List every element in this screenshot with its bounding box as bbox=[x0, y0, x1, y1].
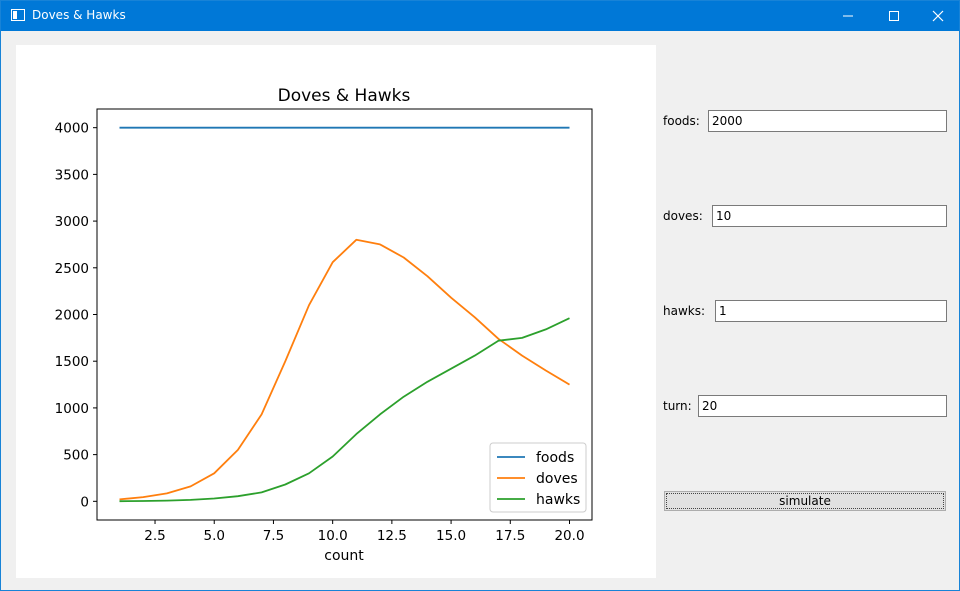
hawks-label: hawks: bbox=[663, 304, 706, 318]
turn-input[interactable] bbox=[698, 395, 947, 417]
hawks-input[interactable] bbox=[715, 300, 947, 322]
y-tick-label: 3000 bbox=[55, 214, 89, 230]
doves-label: doves: bbox=[663, 209, 703, 223]
x-tick-label: 7.5 bbox=[263, 528, 284, 544]
x-tick-label: 17.5 bbox=[495, 528, 525, 544]
legend-label-hawks: hawks bbox=[536, 492, 580, 508]
x-tick-label: 5.0 bbox=[203, 528, 224, 544]
close-button[interactable] bbox=[915, 1, 960, 31]
minimize-button[interactable] bbox=[825, 1, 871, 31]
y-tick-label: 2000 bbox=[55, 308, 89, 324]
x-tick-label: 20.0 bbox=[554, 528, 584, 544]
line-chart: Doves & Hawks count 2.5 5.0 7.5 10.0 12.5 15.… bbox=[55, 86, 593, 564]
legend: foods doves hawks bbox=[489, 442, 587, 513]
y-tick-label: 2500 bbox=[55, 261, 89, 277]
title-bar[interactable]: Doves & Hawks bbox=[1, 1, 959, 31]
y-tick-label: 500 bbox=[63, 448, 89, 464]
x-axis-label: count bbox=[324, 548, 364, 564]
foods-input[interactable] bbox=[708, 110, 947, 132]
legend-label-doves: doves bbox=[536, 471, 578, 487]
maximize-button[interactable] bbox=[871, 1, 917, 31]
legend-label-foods: foods bbox=[536, 450, 574, 466]
x-tick-label: 12.5 bbox=[377, 528, 407, 544]
y-tick-label: 3500 bbox=[55, 167, 89, 183]
chart-title: Doves & Hawks bbox=[278, 86, 411, 106]
doves-input[interactable] bbox=[712, 205, 947, 227]
simulate-button[interactable]: simulate bbox=[664, 491, 946, 511]
foods-label: foods: bbox=[663, 114, 700, 128]
app-icon bbox=[11, 9, 25, 21]
x-tick-label: 15.0 bbox=[436, 528, 466, 544]
x-tick-label: 2.5 bbox=[144, 528, 165, 544]
y-tick-label: 4000 bbox=[55, 121, 89, 137]
x-tick-label: 10.0 bbox=[318, 528, 348, 544]
y-tick-label: 1000 bbox=[55, 401, 89, 417]
close-icon bbox=[932, 10, 944, 22]
app-window: Doves & Hawks Doves & Hawks count 2.5 5.0… bbox=[0, 0, 960, 591]
turn-label: turn: bbox=[663, 399, 692, 413]
y-tick-label: 1500 bbox=[55, 354, 89, 370]
y-tick-label: 0 bbox=[80, 494, 89, 510]
minimize-icon bbox=[843, 15, 853, 17]
plot-canvas: Doves & Hawks count 2.5 5.0 7.5 10.0 12.5 15.… bbox=[16, 45, 656, 578]
maximize-icon bbox=[889, 11, 899, 21]
window-title: Doves & Hawks bbox=[32, 8, 126, 22]
